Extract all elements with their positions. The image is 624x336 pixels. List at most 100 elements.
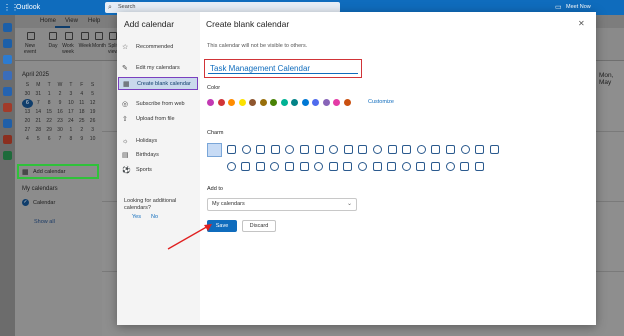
nav-upload-from-file[interactable]: ⇧ Upload from file — [118, 113, 198, 126]
mini-calendar-day[interactable]: 3 — [87, 126, 98, 135]
charm-icon[interactable] — [285, 145, 295, 154]
charm-icon[interactable] — [226, 162, 236, 171]
no-link[interactable]: No — [151, 214, 158, 220]
color-swatch[interactable] — [207, 99, 214, 106]
charm-icon[interactable] — [446, 145, 455, 154]
mini-calendar-day[interactable]: 7 — [33, 99, 44, 108]
charm-icon[interactable] — [387, 162, 397, 171]
charm-icon[interactable] — [402, 145, 412, 154]
app-launcher-icon[interactable]: ⋮⋮ — [3, 3, 19, 12]
charm-icon[interactable] — [329, 145, 339, 154]
color-swatch[interactable] — [228, 99, 235, 106]
color-swatch[interactable] — [270, 99, 277, 106]
mini-calendar-day[interactable]: 5 — [33, 135, 44, 144]
charm-icon[interactable] — [387, 145, 397, 154]
mini-calendar-day[interactable]: 1 — [65, 126, 76, 135]
color-swatch[interactable] — [217, 99, 225, 106]
charm-icon[interactable] — [416, 162, 426, 171]
charm-icon[interactable] — [343, 162, 353, 171]
tab-help[interactable]: Help — [88, 18, 100, 24]
nav-create-blank-calendar[interactable]: ▦ Create blank calendar — [118, 77, 198, 90]
add-calendar-button[interactable]: ▦ Add calendar — [17, 164, 99, 179]
mini-calendar-day[interactable]: 31 — [33, 90, 44, 99]
show-all-link[interactable]: Show all — [34, 219, 55, 225]
checkmark-icon[interactable]: ✓ — [22, 199, 29, 206]
mini-calendar-day[interactable]: 19 — [87, 108, 98, 117]
charm-icon[interactable] — [300, 145, 309, 154]
charm-icon[interactable] — [256, 145, 266, 154]
mini-calendar-day[interactable]: 1 — [44, 90, 55, 99]
customize-color-link[interactable]: Customize — [368, 99, 394, 105]
charm-icon[interactable] — [373, 145, 382, 154]
tab-home[interactable]: Home — [40, 18, 56, 24]
color-swatch[interactable] — [312, 99, 319, 106]
charm-icon[interactable] — [314, 145, 324, 154]
mini-calendar-day[interactable]: 14 — [33, 108, 44, 117]
color-swatch[interactable] — [291, 99, 298, 106]
mini-calendar-day[interactable]: 30 — [22, 90, 33, 99]
mini-calendar-day[interactable]: 7 — [55, 135, 66, 144]
charm-icon[interactable] — [474, 162, 484, 171]
mini-calendar-day[interactable]: 15 — [44, 108, 55, 117]
mini-calendar-day[interactable]: 25 — [76, 117, 87, 126]
charm-none-selected[interactable] — [207, 143, 222, 157]
mini-calendar-day[interactable]: 9 — [76, 135, 87, 144]
mini-calendar-day[interactable]: 22 — [44, 117, 55, 126]
mini-calendar-day[interactable]: 8 — [44, 99, 55, 108]
charm-icon[interactable] — [241, 162, 251, 171]
charm-icon[interactable] — [299, 162, 309, 171]
charm-icon[interactable] — [431, 145, 441, 154]
charm-icon[interactable] — [489, 145, 499, 154]
nav-recommended[interactable]: ☆ Recommended — [118, 41, 198, 54]
mini-calendar-day[interactable]: 28 — [33, 126, 44, 135]
nav-birthdays[interactable]: ▤ Birthdays — [118, 149, 198, 162]
mini-calendar-day[interactable]: 12 — [87, 99, 98, 108]
mini-calendar-day[interactable]: 6 — [44, 135, 55, 144]
mini-calendar-day[interactable]: 24 — [65, 117, 76, 126]
charm-icon[interactable] — [358, 162, 367, 171]
mini-calendar-day[interactable]: 30 — [55, 126, 66, 135]
charm-icon[interactable] — [431, 162, 440, 171]
charm-icon[interactable] — [241, 145, 251, 154]
mini-calendar-day[interactable]: 3 — [65, 90, 76, 99]
people-icon[interactable] — [3, 55, 12, 64]
charm-icon[interactable] — [401, 162, 411, 171]
close-icon[interactable]: ✕ — [578, 19, 585, 28]
charm-icon[interactable] — [285, 162, 294, 171]
mini-calendar-day[interactable]: 27 — [22, 126, 33, 135]
mini-calendar-day[interactable]: 23 — [55, 117, 66, 126]
mini-calendar-day[interactable]: 21 — [33, 117, 44, 126]
word-icon[interactable] — [3, 119, 12, 128]
mini-calendar-day[interactable]: 20 — [22, 117, 33, 126]
week-view-button[interactable]: Week — [78, 43, 92, 49]
calendar-list-item[interactable]: Calendar — [33, 200, 55, 206]
charm-icon[interactable] — [255, 162, 265, 171]
charm-icon[interactable] — [445, 162, 455, 171]
calendar-icon[interactable] — [3, 39, 12, 48]
new-event-button[interactable]: New event — [23, 43, 37, 55]
meet-now-button[interactable]: Meet Now — [566, 3, 591, 12]
mini-calendar-day[interactable]: 16 — [55, 108, 66, 117]
nav-subscribe-from-web[interactable]: ◎ Subscribe from web — [118, 98, 198, 111]
mini-calendar-day[interactable]: 9 — [55, 99, 66, 108]
charm-icon[interactable] — [372, 162, 382, 171]
color-swatch[interactable] — [343, 99, 351, 106]
mini-calendar-day[interactable]: 11 — [76, 99, 87, 108]
charm-icon[interactable] — [270, 162, 280, 171]
mini-calendar-day[interactable]: 2 — [55, 90, 66, 99]
mini-calendar-day[interactable]: 26 — [87, 117, 98, 126]
nav-holidays[interactable]: ☼ Holidays — [118, 135, 198, 148]
work-week-view-button[interactable]: Work week — [61, 43, 75, 55]
nav-edit-my-calendars[interactable]: ✎ Edit my calendars — [118, 62, 198, 75]
powerpoint-icon[interactable] — [3, 135, 12, 144]
yes-link[interactable]: Yes — [132, 214, 141, 220]
tab-view[interactable]: View — [65, 18, 78, 24]
mini-calendar-day[interactable]: 13 — [22, 108, 33, 117]
my-calendars-header[interactable]: My calendars — [22, 186, 58, 192]
mini-calendar-day[interactable]: 29 — [44, 126, 55, 135]
mini-calendar-day[interactable]: 5 — [87, 90, 98, 99]
charm-icon[interactable] — [475, 145, 485, 154]
mini-calendar-day[interactable]: 6 — [22, 99, 33, 108]
groups-icon[interactable] — [3, 71, 12, 80]
color-swatch[interactable] — [322, 99, 330, 106]
